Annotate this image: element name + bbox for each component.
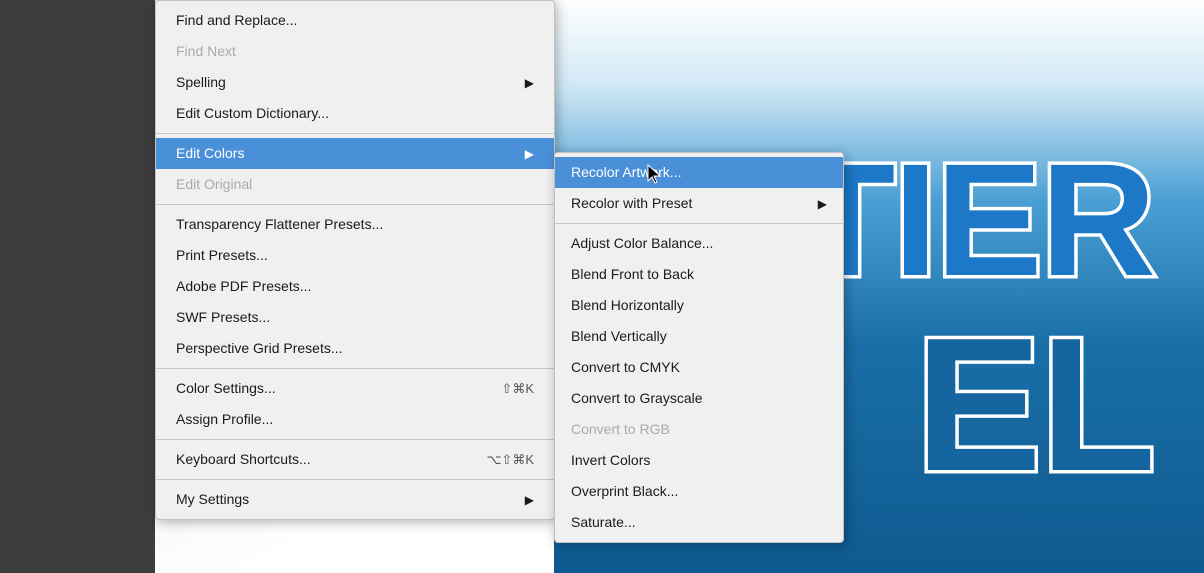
submenu-item-convert-grayscale[interactable]: Convert to Grayscale xyxy=(555,383,843,414)
menu-item-my-settings[interactable]: My Settings ▶ xyxy=(156,484,554,515)
menu-item-edit-original: Edit Original xyxy=(156,169,554,200)
menu-item-label: Convert to CMYK xyxy=(571,357,680,378)
menu-item-assign-profile[interactable]: Assign Profile... xyxy=(156,404,554,435)
menu-item-label: Keyboard Shortcuts... xyxy=(176,449,311,470)
shortcut-color-settings: ⇧⌘K xyxy=(501,379,534,399)
menu-item-adobe-pdf[interactable]: Adobe PDF Presets... xyxy=(156,271,554,302)
menu-item-label: Convert to RGB xyxy=(571,419,670,440)
menu-item-edit-custom-dict[interactable]: Edit Custom Dictionary... xyxy=(156,98,554,129)
menu-item-label: Color Settings... xyxy=(176,378,276,399)
menu-item-label: Adobe PDF Presets... xyxy=(176,276,311,297)
menu-item-label: Spelling xyxy=(176,72,226,93)
menu-item-find-next: Find Next xyxy=(156,36,554,67)
menu-item-label: Blend Horizontally xyxy=(571,295,684,316)
submenu-separator-1 xyxy=(555,223,843,224)
menu-separator-1 xyxy=(156,133,554,134)
menu-item-label: Recolor Artwork... xyxy=(571,162,681,183)
menu-item-label: Edit Colors xyxy=(176,143,244,164)
menu-item-label: Recolor with Preset xyxy=(571,193,692,214)
menu-item-label: Find Next xyxy=(176,41,236,62)
submenu-arrow-icon: ▶ xyxy=(525,74,534,92)
menu-item-label: Assign Profile... xyxy=(176,409,273,430)
submenu-arrow-my-settings-icon: ▶ xyxy=(525,491,534,509)
submenu-item-adjust-color[interactable]: Adjust Color Balance... xyxy=(555,228,843,259)
menu-separator-5 xyxy=(156,479,554,480)
menu-separator-4 xyxy=(156,439,554,440)
submenu-item-recolor-artwork[interactable]: Recolor Artwork... xyxy=(555,157,843,188)
menu-item-label: My Settings xyxy=(176,489,249,510)
menu-item-label: Blend Front to Back xyxy=(571,264,694,285)
menu-separator-2 xyxy=(156,204,554,205)
edit-colors-submenu: Recolor Artwork... Recolor with Preset ▶… xyxy=(554,152,844,543)
main-menu: Find and Replace... Find Next Spelling ▶… xyxy=(155,0,555,520)
menu-item-label: SWF Presets... xyxy=(176,307,270,328)
menu-item-print-presets[interactable]: Print Presets... xyxy=(156,240,554,271)
submenu-item-blend-vertically[interactable]: Blend Vertically xyxy=(555,321,843,352)
menu-item-label: Transparency Flattener Presets... xyxy=(176,214,383,235)
menu-separator-3 xyxy=(156,368,554,369)
menu-item-perspective-grid[interactable]: Perspective Grid Presets... xyxy=(156,333,554,364)
submenu-arrow-icon: ▶ xyxy=(525,145,534,163)
bg-text-tier: TIER xyxy=(798,140,1154,300)
menu-item-label: Find and Replace... xyxy=(176,10,297,31)
shortcut-keyboard: ⌥⇧⌘K xyxy=(486,450,534,470)
submenu-item-blend-horizontally[interactable]: Blend Horizontally xyxy=(555,290,843,321)
bg-text-el: EL xyxy=(915,310,1154,500)
left-panel xyxy=(0,0,155,573)
menu-item-keyboard-shortcuts[interactable]: Keyboard Shortcuts... ⌥⇧⌘K xyxy=(156,444,554,475)
submenu-item-invert-colors[interactable]: Invert Colors xyxy=(555,445,843,476)
submenu-arrow-preset-icon: ▶ xyxy=(818,195,827,213)
menu-item-label: Blend Vertically xyxy=(571,326,667,347)
submenu-item-recolor-preset[interactable]: Recolor with Preset ▶ xyxy=(555,188,843,219)
submenu-item-saturate[interactable]: Saturate... xyxy=(555,507,843,538)
submenu-item-overprint-black[interactable]: Overprint Black... xyxy=(555,476,843,507)
menu-item-transparency-flattener[interactable]: Transparency Flattener Presets... xyxy=(156,209,554,240)
menu-item-label: Invert Colors xyxy=(571,450,650,471)
menu-item-spelling[interactable]: Spelling ▶ xyxy=(156,67,554,98)
menu-item-label: Edit Original xyxy=(176,174,252,195)
submenu-item-convert-cmyk[interactable]: Convert to CMYK xyxy=(555,352,843,383)
menu-item-label: Convert to Grayscale xyxy=(571,388,703,409)
submenu-item-convert-rgb: Convert to RGB xyxy=(555,414,843,445)
submenu-item-blend-front-back[interactable]: Blend Front to Back xyxy=(555,259,843,290)
menu-item-edit-colors[interactable]: Edit Colors ▶ xyxy=(156,138,554,169)
menu-item-label: Saturate... xyxy=(571,512,636,533)
menu-item-label: Overprint Black... xyxy=(571,481,678,502)
menu-item-find-replace[interactable]: Find and Replace... xyxy=(156,5,554,36)
menu-item-label: Edit Custom Dictionary... xyxy=(176,103,329,124)
menu-item-label: Adjust Color Balance... xyxy=(571,233,713,254)
menu-item-label: Print Presets... xyxy=(176,245,268,266)
menu-item-color-settings[interactable]: Color Settings... ⇧⌘K xyxy=(156,373,554,404)
menu-item-swf-presets[interactable]: SWF Presets... xyxy=(156,302,554,333)
menu-item-label: Perspective Grid Presets... xyxy=(176,338,343,359)
